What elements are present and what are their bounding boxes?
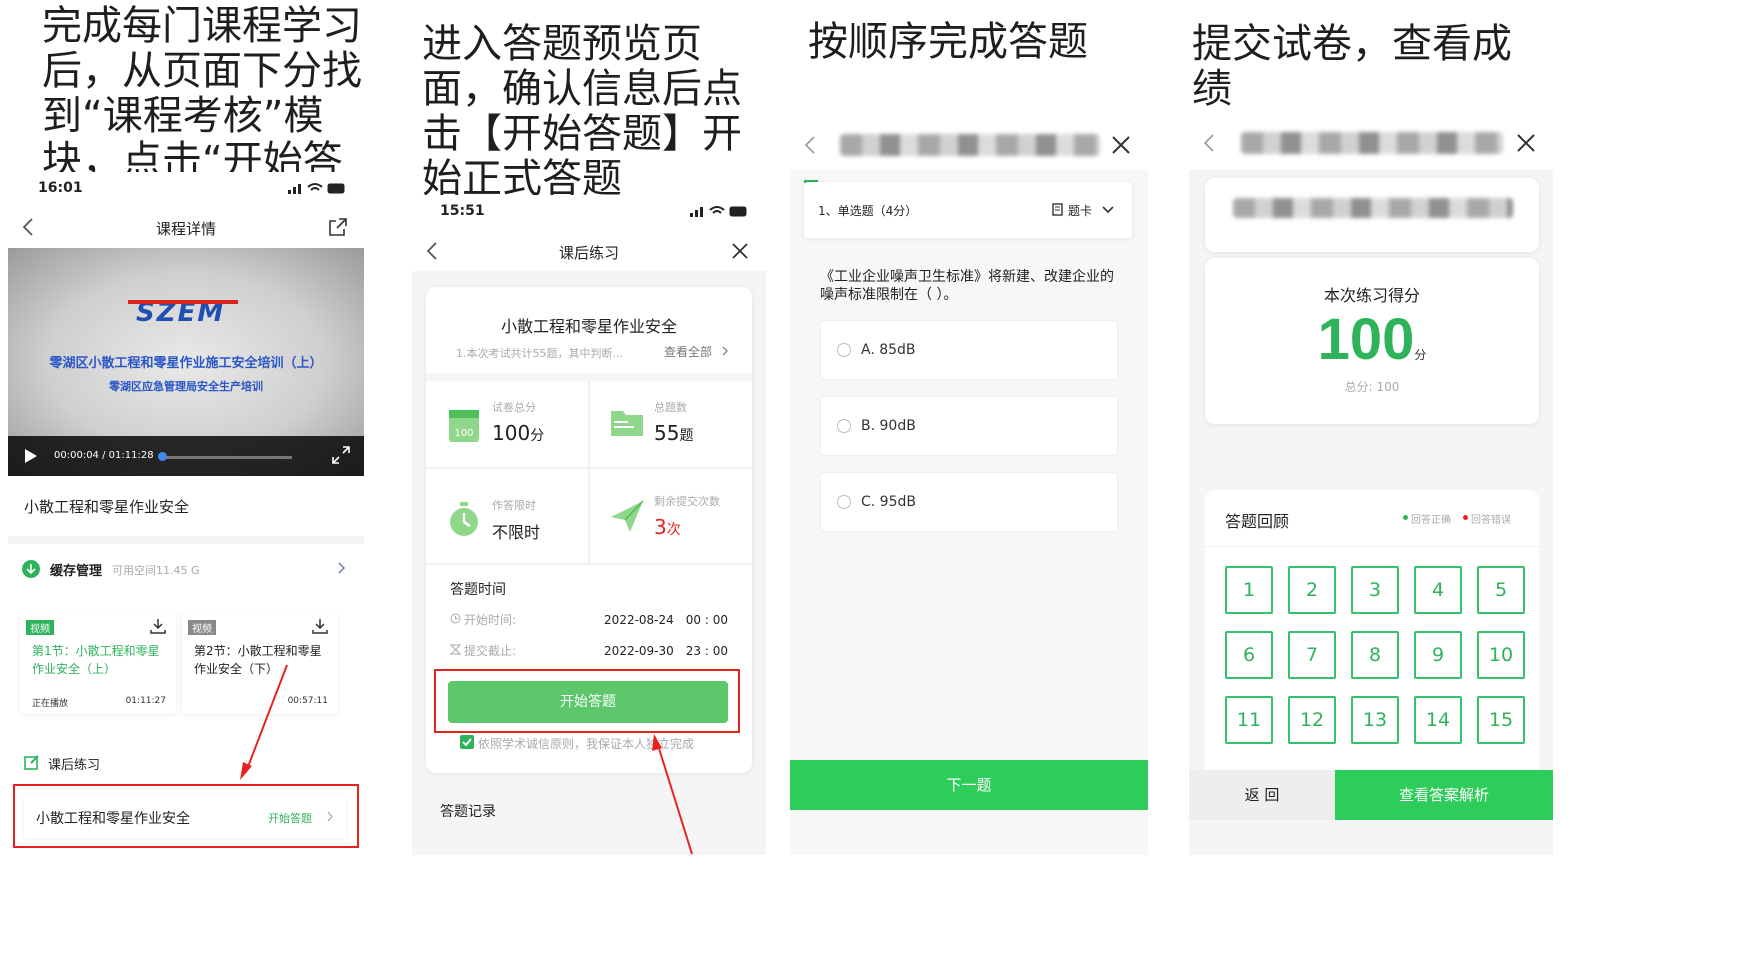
score-label: 本次练习得分: [1323, 286, 1420, 305]
back-button[interactable]: 返 回: [1189, 770, 1335, 820]
answer-grid: 1 2 3 4 5 6 7 8 9 10 11 12 13 14 15: [1205, 490, 1539, 780]
radio-icon: [837, 495, 851, 509]
question-type: 1、单选题（4分）: [818, 204, 918, 218]
next-button[interactable]: 下一题: [790, 760, 1148, 810]
chevron-down-icon[interactable]: [1102, 206, 1114, 214]
answer-number-12[interactable]: 12: [1288, 696, 1336, 744]
answer-number-2[interactable]: 2: [1288, 566, 1336, 614]
close-icon[interactable]: [1112, 136, 1130, 154]
total-score: 总分: 100: [1344, 380, 1400, 394]
back-icon[interactable]: [1203, 134, 1215, 152]
answer-card-icon[interactable]: [1052, 203, 1064, 216]
answer-number-9[interactable]: 9: [1414, 631, 1462, 679]
answer-number-15[interactable]: 15: [1477, 696, 1525, 744]
view-analysis-button[interactable]: 查看答案解析: [1335, 770, 1553, 820]
answer-number-1[interactable]: 1: [1225, 566, 1273, 614]
close-icon[interactable]: [1517, 134, 1535, 152]
question-header: 1、单选题（4分） 题卡: [804, 182, 1132, 238]
answer-number-13[interactable]: 13: [1351, 696, 1399, 744]
answer-number-5[interactable]: 5: [1477, 566, 1525, 614]
radio-icon: [837, 343, 851, 357]
score-value: 100分: [1205, 306, 1539, 373]
answer-number-14[interactable]: 14: [1414, 696, 1462, 744]
answer-number-10[interactable]: 10: [1477, 631, 1525, 679]
phone-result: 本次练习得分 100分 总分: 100 答题回顾 回答正确 回答错误 1 2 3…: [1189, 122, 1553, 855]
option-label: A. 85dB: [861, 342, 916, 358]
answer-number-3[interactable]: 3: [1351, 566, 1399, 614]
blurred-exam-name: [1233, 198, 1513, 218]
back-icon[interactable]: [804, 136, 816, 154]
answer-number-7[interactable]: 7: [1288, 631, 1336, 679]
exam-name-card: [1205, 178, 1539, 252]
option-label: C. 95dB: [861, 494, 916, 510]
score-card: 本次练习得分 100分 总分: 100: [1205, 258, 1539, 424]
answer-card-label[interactable]: 题卡: [1068, 202, 1092, 219]
question-text: 《工业企业噪声卫生标准》将新建、改建企业的噪声标准限制在（ ）。: [820, 269, 1114, 303]
phone-answering: 1、单选题（4分） 题卡 《工业企业噪声卫生标准》将新建、改建企业的噪声标准限制…: [790, 122, 1148, 855]
blurred-title: [840, 134, 1100, 156]
answer-number-11[interactable]: 11: [1225, 696, 1273, 744]
score-unit: 分: [1414, 348, 1427, 362]
score-number: 100: [1317, 307, 1415, 372]
answer-number-6[interactable]: 6: [1225, 631, 1273, 679]
option-label: B. 90dB: [861, 418, 916, 434]
option-b[interactable]: B. 90dB: [820, 396, 1118, 456]
answer-number-4[interactable]: 4: [1414, 566, 1462, 614]
review-panel: 答题回顾 回答正确 回答错误 1 2 3 4 5 6 7 8 9 10 11 1…: [1205, 490, 1539, 780]
option-a[interactable]: A. 85dB: [820, 320, 1118, 380]
blurred-title: [1241, 132, 1503, 154]
answer-number-8[interactable]: 8: [1351, 631, 1399, 679]
option-c[interactable]: C. 95dB: [820, 472, 1118, 532]
radio-icon: [837, 419, 851, 433]
